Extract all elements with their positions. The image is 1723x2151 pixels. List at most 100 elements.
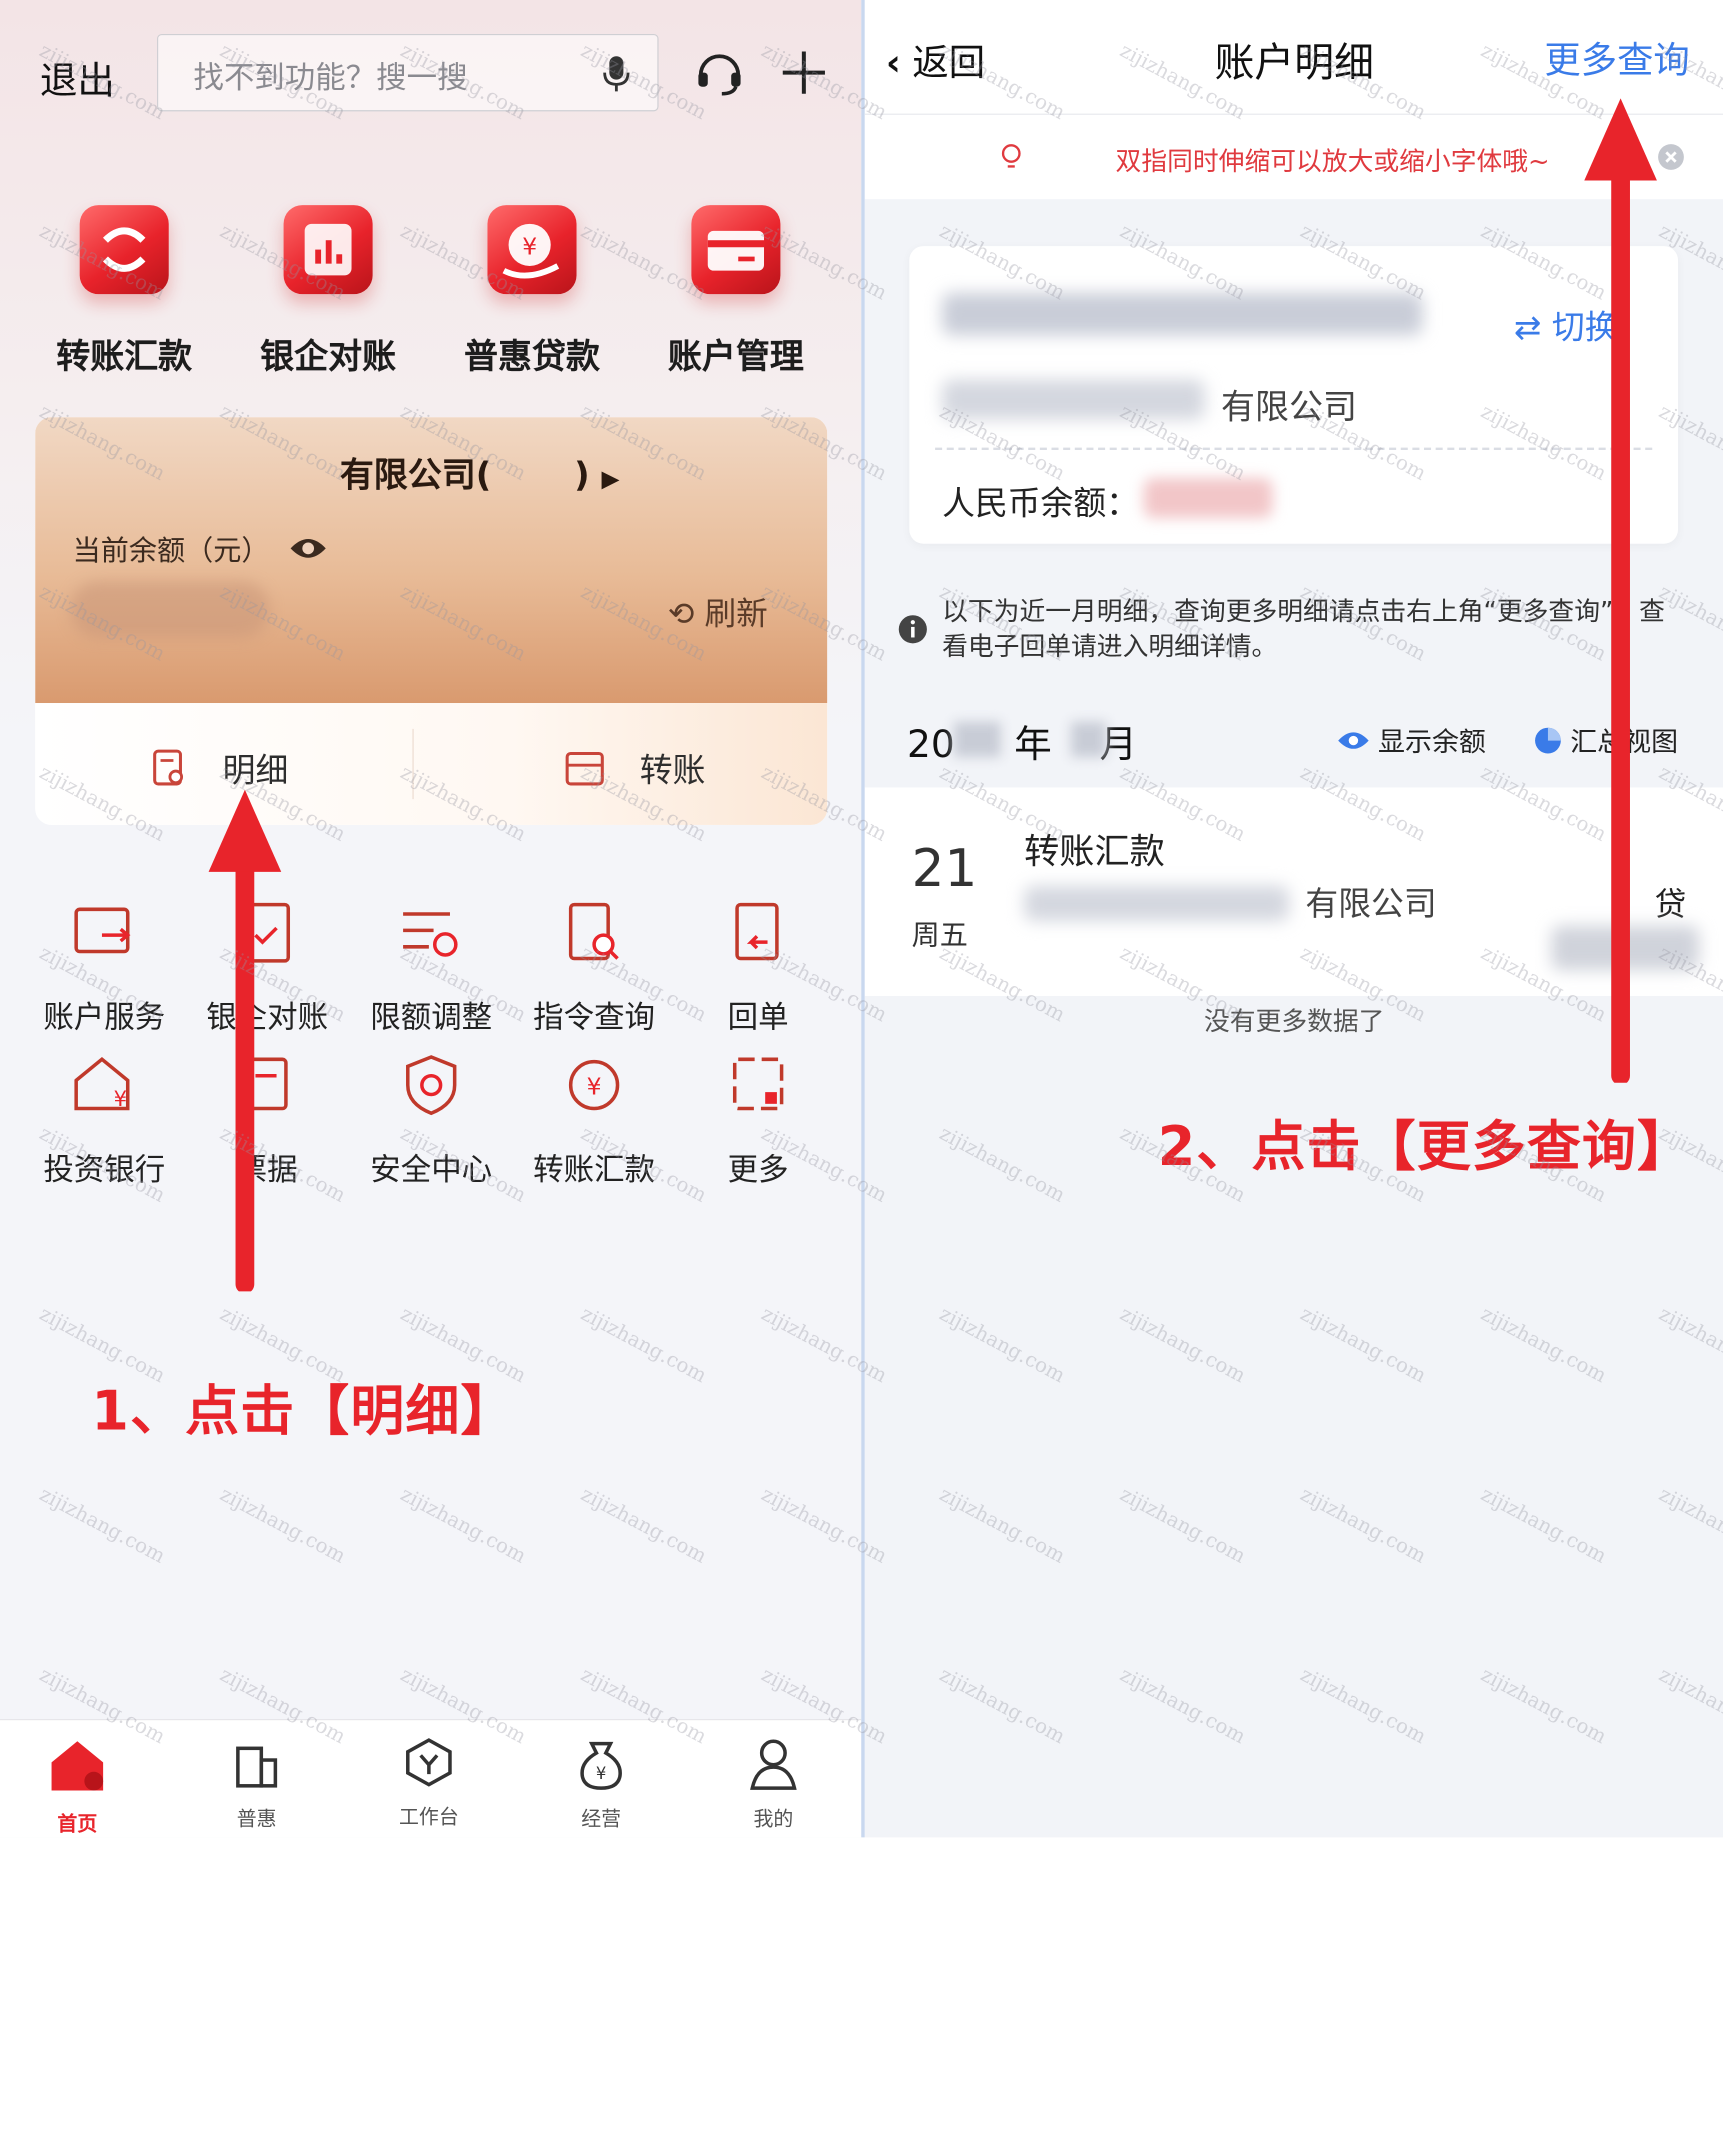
pie-chart-icon [1533, 725, 1563, 762]
rmb-balance-label: 人民币余额： [942, 483, 1140, 523]
limit-adjust-icon [398, 900, 464, 966]
credit-debit-badge: 贷 [1654, 887, 1687, 924]
tab-label: 我的 [753, 1808, 794, 1832]
eye-icon[interactable] [288, 536, 328, 569]
swap-arrows-icon: ⇄ [1513, 308, 1542, 347]
tab-label: 工作台 [398, 1805, 459, 1830]
quick-action-label: 普惠贷款 [464, 336, 600, 377]
instruction-query-icon [561, 900, 627, 966]
grid-label: 更多 [727, 1153, 789, 1189]
tab-operation[interactable]: ¥ 经营 [543, 1737, 660, 1832]
detail-doc-icon [152, 748, 187, 796]
transaction-weekday: 周五 [911, 918, 968, 952]
step-1-instruction: 1、点击【明细】 [91, 1379, 516, 1443]
tab-puhui[interactable]: 普惠 [198, 1737, 315, 1832]
grid-transfer[interactable]: ¥ 转账汇款 [512, 1052, 676, 1189]
tab-home[interactable]: 首页 [19, 1737, 136, 1837]
company-name-blurred [942, 379, 1205, 420]
grid-limit-adjust[interactable]: 限额调整 [349, 900, 513, 1037]
investment-bank-icon: ¥ [71, 1052, 137, 1118]
play-arrow-icon: ▶ [601, 464, 620, 493]
home-screen: 退出 找不到功能？搜一搜 转账汇款 银企对账 ¥ 普惠贷款 账户管理 有限公司(… [0, 0, 862, 1838]
account-company: 有限公司 [1221, 386, 1357, 427]
search-placeholder: 找不到功能？搜一搜 [193, 60, 468, 97]
tab-label: 首页 [57, 1812, 98, 1837]
user-icon [748, 1739, 800, 1795]
grid-account-service[interactable]: 账户服务 [22, 900, 186, 1037]
add-icon[interactable] [780, 49, 827, 101]
svg-text:¥: ¥ [114, 1086, 127, 1111]
grid-investment-bank[interactable]: ¥ 投资银行 [22, 1052, 186, 1189]
customer-service-icon[interactable] [694, 47, 746, 103]
money-bag-icon: ¥ [575, 1741, 627, 1795]
balance-value-blurred [70, 581, 270, 638]
transaction-title: 转账汇款 [1024, 831, 1165, 873]
search-input[interactable]: 找不到功能？搜一搜 [157, 33, 659, 112]
account-service-icon [71, 900, 137, 966]
zoom-tip-text: 双指同时伸缩可以放大或缩小字体哦~ [1115, 147, 1550, 177]
grid-receipt[interactable]: 回单 [676, 900, 840, 1037]
tab-workbench[interactable]: 工作台 [370, 1737, 487, 1830]
transaction-company: 有限公司 [1305, 884, 1437, 924]
grid-label: 账户服务 [43, 1000, 166, 1036]
grid-label: 安全中心 [370, 1153, 493, 1189]
grid-instruction-query[interactable]: 指令查询 [512, 900, 676, 1037]
grid-label: 回单 [727, 1000, 789, 1036]
balance-label: 当前余额（元） [73, 527, 328, 568]
grid-label: 投资银行 [43, 1153, 166, 1189]
svg-text:¥: ¥ [596, 1764, 606, 1783]
counterparty-blurred [1024, 885, 1289, 922]
home-icon [45, 1741, 111, 1800]
card-icon [691, 205, 781, 295]
annotation-arrow-up [1584, 98, 1657, 1083]
svg-text:¥: ¥ [522, 232, 537, 260]
loan-icon: ¥ [487, 205, 577, 295]
account-card: 有限公司( ) ▶ 当前余额（元） ⟲ 刷新 明细 转账 [35, 417, 828, 825]
annotation-arrow-up [208, 789, 282, 1292]
year-blurred [953, 721, 1001, 757]
security-center-icon [398, 1052, 464, 1118]
quick-action-reconcile[interactable]: 银企对账 [240, 205, 416, 378]
eye-icon [1336, 728, 1371, 758]
bottom-tab-bar: 首页 普惠 工作台 ¥ 经营 我的 [0, 1719, 862, 1838]
show-balance-toggle[interactable]: 显示余额 [1336, 719, 1486, 759]
grid-more[interactable]: 更多 [676, 1052, 840, 1189]
microphone-icon[interactable] [601, 54, 631, 99]
exit-button[interactable]: 退出 [40, 52, 115, 106]
account-number-blurred [942, 292, 1423, 336]
step-2-instruction: 2、点击【更多查询】 [1157, 1114, 1693, 1178]
quick-action-loan[interactable]: ¥ 普惠贷款 [444, 205, 620, 378]
info-icon [898, 614, 928, 649]
quick-action-label: 转账汇款 [56, 336, 193, 377]
grid-label: 限额调整 [370, 1000, 493, 1036]
transfer-yuan-icon: ¥ [561, 1052, 627, 1118]
account-company[interactable]: 有限公司( ) ▶ [340, 448, 620, 497]
grid-security-center[interactable]: 安全中心 [349, 1052, 513, 1189]
tab-mine[interactable]: 我的 [715, 1737, 832, 1832]
refresh-button[interactable]: ⟲ 刷新 [668, 588, 768, 634]
building-icon [231, 1746, 283, 1795]
grid-label: 转账汇款 [533, 1153, 656, 1189]
reconcile-chart-icon [283, 205, 373, 295]
svg-text:¥: ¥ [587, 1072, 602, 1100]
close-icon[interactable] [1657, 143, 1685, 176]
transfer-icon [79, 205, 169, 295]
quick-action-label: 银企对账 [260, 336, 397, 377]
tab-transfer[interactable]: 转账 [565, 745, 705, 794]
quick-action-account-mgmt[interactable]: 账户管理 [648, 205, 824, 378]
workbench-icon [403, 1738, 455, 1793]
quick-action-transfer[interactable]: 转账汇款 [36, 205, 212, 378]
grid-label: 指令查询 [533, 1000, 656, 1036]
transfer-doc-icon [565, 751, 605, 794]
account-detail-screen: ‹ 返回 账户明细 更多查询 双指同时伸缩可以放大或缩小字体哦~ ⇄ 切换 有限… [864, 0, 1723, 1838]
tab-label: 普惠 [236, 1808, 277, 1832]
transaction-day: 21 [911, 839, 978, 899]
detail-note: 以下为近一月明细，查询更多明细请点击右上角“更多查询”。查看电子回单请进入明细详… [942, 597, 1665, 663]
more-grid-icon [725, 1052, 791, 1118]
quick-action-label: 账户管理 [667, 336, 804, 377]
receipt-icon [725, 900, 791, 966]
more-query-button[interactable]: 更多查询 [1544, 30, 1689, 83]
account-info-card: ⇄ 切换 有限公司 人民币余额： [909, 246, 1679, 544]
lightbulb-icon [996, 141, 1026, 178]
tab-label: 经营 [581, 1808, 622, 1832]
